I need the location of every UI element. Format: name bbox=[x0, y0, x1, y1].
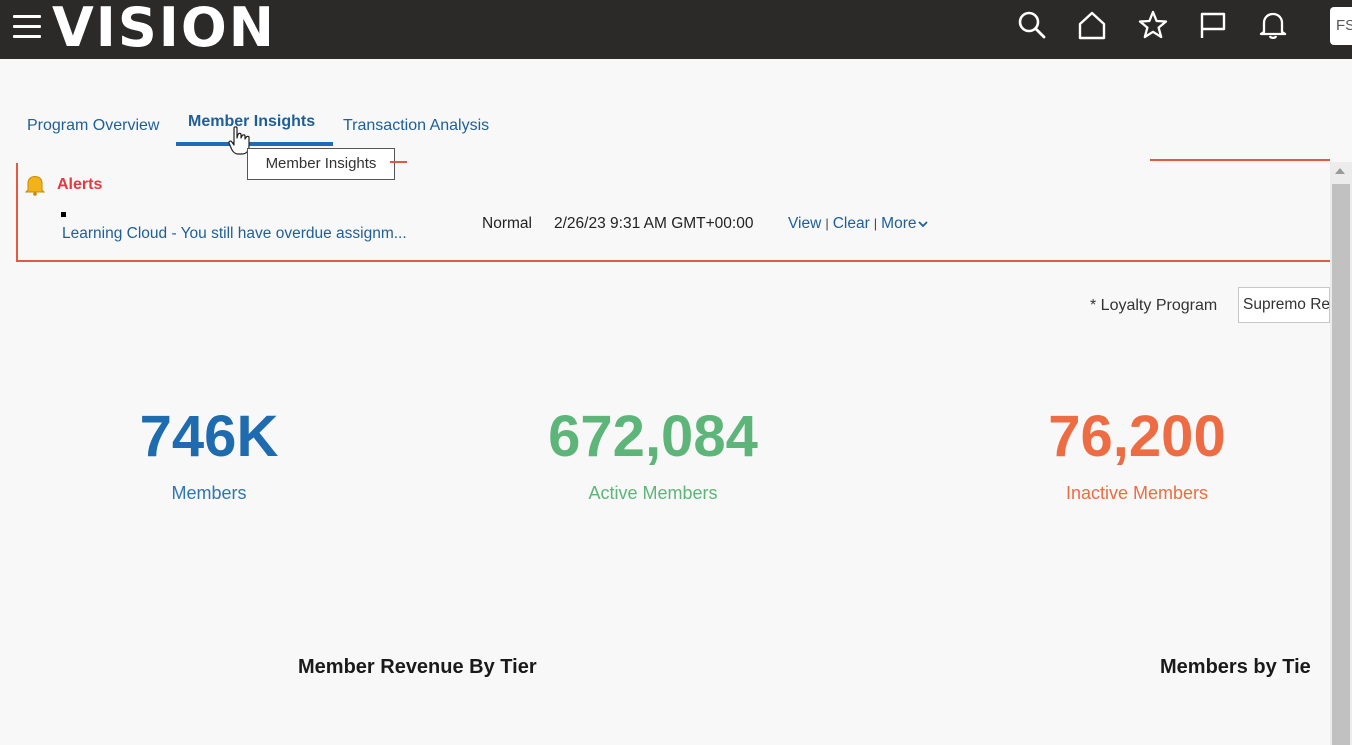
alert-timestamp: 2/26/23 9:31 AM GMT+00:00 bbox=[554, 215, 754, 232]
alert-message-link[interactable]: Learning Cloud - You still have overdue … bbox=[62, 225, 407, 243]
loyalty-program-select[interactable]: Supremo Re bbox=[1238, 287, 1330, 323]
active-members-kpi-value: 672,084 bbox=[548, 404, 758, 469]
scroll-up-arrow-icon[interactable] bbox=[1335, 168, 1345, 174]
separator: | bbox=[873, 216, 878, 231]
alert-severity: Normal bbox=[482, 215, 532, 232]
chevron-down-icon[interactable] bbox=[918, 220, 929, 228]
home-icon[interactable] bbox=[1077, 10, 1107, 40]
top-bar: VISION FS bbox=[0, 0, 1352, 59]
scrollbar-thumb[interactable] bbox=[1332, 184, 1350, 745]
tab-program-overview[interactable]: Program Overview bbox=[27, 117, 159, 135]
inactive-members-kpi-value: 76,200 bbox=[1048, 404, 1226, 469]
user-avatar[interactable]: FS bbox=[1330, 7, 1352, 45]
notifications-bell-icon[interactable] bbox=[1258, 10, 1288, 40]
member-revenue-by-tier-title: Member Revenue By Tier bbox=[298, 656, 537, 678]
favorites-star-icon[interactable] bbox=[1138, 10, 1168, 40]
alerts-panel bbox=[16, 163, 1330, 262]
members-by-tier-title: Members by Tie bbox=[1160, 656, 1311, 678]
alert-actions: View | Clear | More bbox=[788, 215, 929, 233]
alerts-title: Alerts bbox=[57, 176, 103, 193]
bullet-marker bbox=[61, 212, 66, 217]
flag-icon[interactable] bbox=[1198, 10, 1228, 40]
hamburger-menu-icon[interactable] bbox=[13, 15, 41, 39]
search-icon[interactable] bbox=[1017, 10, 1047, 40]
active-members-kpi-label: Active Members bbox=[588, 483, 718, 503]
separator: | bbox=[825, 216, 829, 231]
members-kpi-label: Members bbox=[171, 483, 247, 503]
more-alert-menu[interactable]: More bbox=[881, 215, 916, 232]
vision-logo[interactable]: VISION bbox=[52, 0, 276, 60]
inactive-members-kpi-label: Inactive Members bbox=[1065, 483, 1209, 503]
clear-alert-link[interactable]: Clear bbox=[833, 215, 870, 232]
loyalty-program-label: * Loyalty Program bbox=[1090, 297, 1218, 314]
members-kpi-value: 746K bbox=[139, 404, 279, 469]
alert-border bbox=[1150, 159, 1330, 161]
alert-bell-icon bbox=[25, 175, 45, 196]
tab-transaction-analysis[interactable]: Transaction Analysis bbox=[343, 117, 489, 135]
active-tab-indicator bbox=[176, 142, 333, 146]
view-alert-link[interactable]: View bbox=[788, 215, 821, 232]
